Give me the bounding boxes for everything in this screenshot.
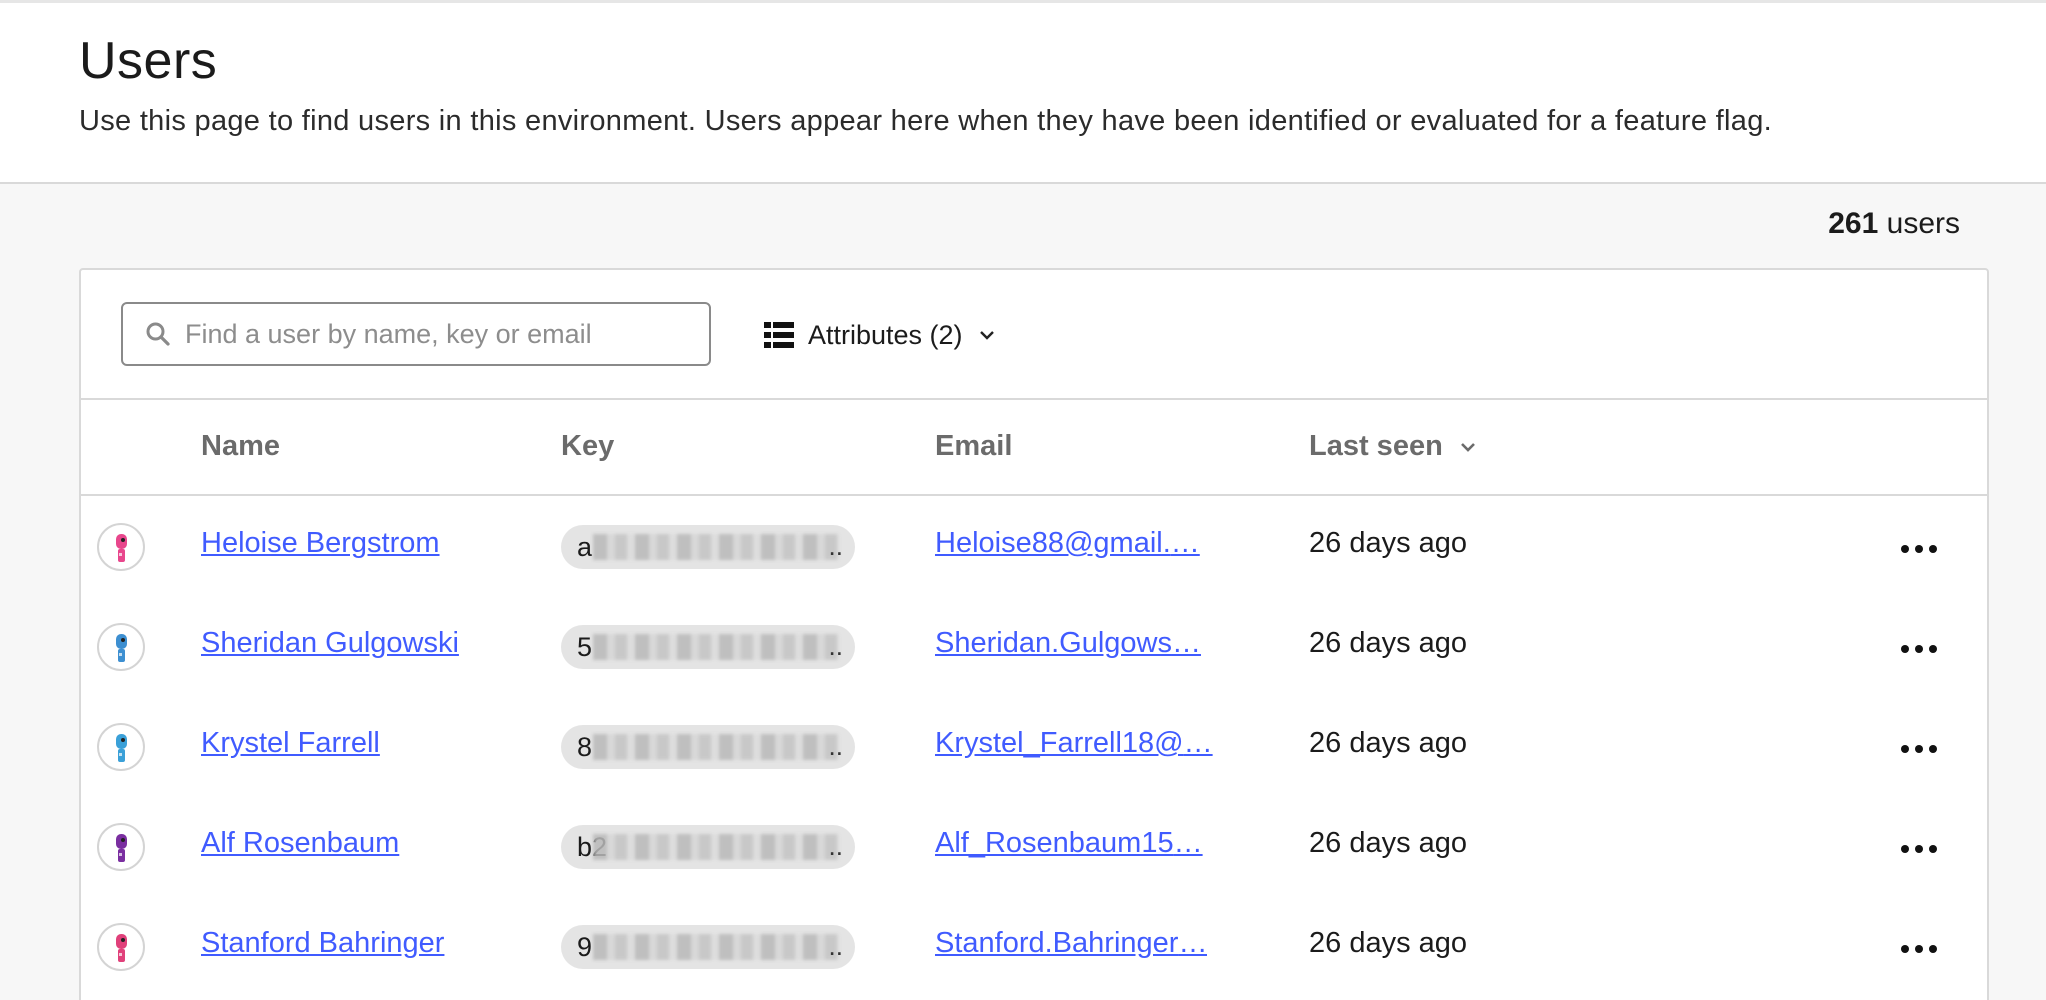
chevron-down-icon: [979, 331, 994, 340]
table-header: Name Key Email Last seen: [81, 400, 1987, 496]
user-email-link[interactable]: Stanford.Bahringer…: [935, 927, 1207, 960]
column-header-name[interactable]: Name: [201, 430, 280, 463]
user-key-prefix: 5: [577, 631, 593, 662]
last-seen-value: 26 days ago: [1309, 727, 1468, 759]
user-email-text: Heloise88@gmail.: [935, 527, 1171, 559]
more-horizontal-icon[interactable]: [1896, 934, 1942, 964]
user-count-number: 261: [1828, 207, 1879, 240]
redacted-key: [593, 634, 839, 660]
redacted-key: [593, 934, 839, 960]
user-key-prefix: a: [577, 531, 593, 562]
column-header-key[interactable]: Key: [561, 430, 614, 463]
table-row: Stanford Bahringer 9 .. Stanford.Bahring…: [81, 896, 1987, 996]
column-header-email[interactable]: Email: [935, 430, 1012, 463]
last-seen-value: 26 days ago: [1309, 927, 1468, 959]
user-email-link[interactable]: Heloise88@gmail.…: [935, 527, 1200, 560]
user-email-text: Krystel_Farrell18@: [935, 727, 1184, 759]
user-email-text: Sheridan.Gulgows: [935, 627, 1172, 659]
user-key-prefix: 9: [577, 931, 593, 962]
last-seen-value: 26 days ago: [1309, 627, 1468, 659]
user-name-link[interactable]: Heloise Bergstrom: [201, 527, 440, 560]
avatar: [97, 523, 145, 571]
more-horizontal-icon[interactable]: [1896, 534, 1942, 564]
attributes-button[interactable]: Attributes (2): [764, 310, 997, 360]
key-ellipsis: ..: [828, 531, 843, 561]
user-key-badge[interactable]: 9 ..: [561, 925, 855, 969]
redacted-key: [593, 834, 839, 860]
user-count: 261 users: [1828, 207, 1960, 241]
user-key-prefix: 8: [577, 731, 593, 762]
table-row: Sheridan Gulgowski 5 .. Sheridan.Gulgows…: [81, 596, 1987, 696]
user-name-link[interactable]: Sheridan Gulgowski: [201, 627, 459, 660]
user-avatar-icon: [116, 734, 127, 762]
user-email-text: Alf_Rosenbaum15: [935, 827, 1174, 859]
user-key-badge[interactable]: b2 ..: [561, 825, 855, 869]
user-name-link[interactable]: Krystel Farrell: [201, 727, 380, 760]
attributes-label: Attributes (2): [808, 319, 963, 350]
redacted-key: [593, 734, 839, 760]
table-row: Alf Rosenbaum b2 .. Alf_Rosenbaum15… 26 …: [81, 796, 1987, 896]
more-horizontal-icon[interactable]: [1896, 734, 1942, 764]
search-box[interactable]: [121, 302, 711, 366]
user-avatar-icon: [116, 834, 127, 862]
column-header-last-seen-label: Last seen: [1309, 430, 1443, 462]
redacted-key: [593, 534, 839, 560]
avatar: [97, 623, 145, 671]
users-toolbar: Attributes (2): [81, 270, 1987, 400]
table-row: Heloise Bergstrom a .. Heloise88@gmail.……: [81, 496, 1987, 596]
user-key-badge[interactable]: 5 ..: [561, 625, 855, 669]
more-horizontal-icon[interactable]: [1896, 834, 1942, 864]
search-icon: [146, 322, 170, 346]
user-name-link[interactable]: Stanford Bahringer: [201, 927, 444, 960]
user-email-link[interactable]: Krystel_Farrell18@…: [935, 727, 1213, 760]
page-title: Users: [79, 32, 218, 90]
user-avatar-icon: [116, 534, 127, 562]
user-key-badge[interactable]: a ..: [561, 525, 855, 569]
chevron-down-icon: [1460, 442, 1475, 452]
column-header-last-seen[interactable]: Last seen: [1309, 430, 1479, 463]
user-email-link[interactable]: Sheridan.Gulgows…: [935, 627, 1201, 660]
user-avatar-icon: [116, 634, 127, 662]
users-panel: Attributes (2) Name Key Email Last seen …: [79, 268, 1989, 1000]
page-description: Use this page to find users in this envi…: [79, 105, 1772, 137]
user-email-text: Stanford.Bahringer: [935, 927, 1179, 959]
key-ellipsis: ..: [828, 931, 843, 961]
table-row: Krystel Farrell 8 .. Krystel_Farrell18@……: [81, 696, 1987, 796]
avatar: [97, 823, 145, 871]
user-name-link[interactable]: Alf Rosenbaum: [201, 827, 399, 860]
user-email-link[interactable]: Alf_Rosenbaum15…: [935, 827, 1203, 860]
page-header: Users Use this page to find users in thi…: [0, 0, 2046, 184]
user-count-label: users: [1878, 207, 1960, 240]
more-horizontal-icon[interactable]: [1896, 634, 1942, 664]
list-icon: [764, 322, 794, 348]
last-seen-value: 26 days ago: [1309, 527, 1468, 559]
last-seen-value: 26 days ago: [1309, 827, 1468, 859]
user-avatar-icon: [116, 934, 127, 962]
key-ellipsis: ..: [828, 831, 843, 861]
search-input[interactable]: [185, 309, 709, 359]
avatar: [97, 923, 145, 971]
avatar: [97, 723, 145, 771]
key-ellipsis: ..: [828, 731, 843, 761]
key-ellipsis: ..: [828, 631, 843, 661]
user-key-badge[interactable]: 8 ..: [561, 725, 855, 769]
